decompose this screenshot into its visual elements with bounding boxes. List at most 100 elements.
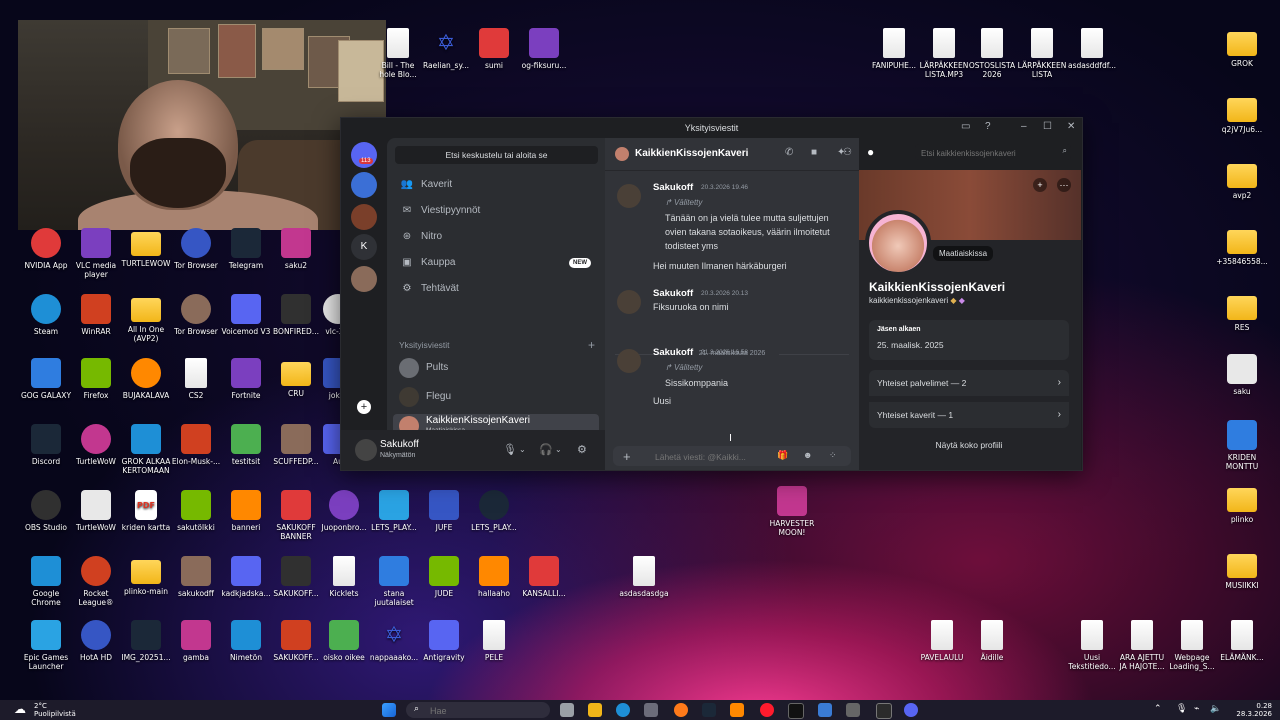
desktop-icon[interactable]: MUSIIKKI <box>1214 550 1270 590</box>
nav-message-requests[interactable]: ✉ Viestipyynnöt <box>393 200 599 222</box>
desktop-icon[interactable]: BUJAKALAVA <box>118 358 174 400</box>
voice-call-icon[interactable]: ✆ <box>785 147 793 158</box>
desktop-icon[interactable]: stana juutalaiset <box>366 556 422 607</box>
app-icon[interactable] <box>846 703 860 717</box>
chevron-down-icon[interactable]: ⌄ <box>555 445 562 454</box>
apps-icon[interactable]: ⁘ <box>829 450 837 461</box>
desktop-icon[interactable]: VLC media player <box>68 228 124 279</box>
avatar[interactable] <box>617 184 641 208</box>
desktop-icon[interactable]: TurtleWoW <box>68 424 124 466</box>
taskbar-search-input[interactable] <box>428 703 542 719</box>
weather-icon[interactable]: ☁ <box>14 702 26 716</box>
tray-chevron-icon[interactable]: ⌃ <box>1154 704 1162 714</box>
desktop-icon[interactable]: Tor Browser <box>168 228 224 270</box>
opera-icon[interactable] <box>760 703 774 717</box>
desktop-icon[interactable]: plinko-main <box>118 556 174 596</box>
desktop-icon[interactable]: Fortnite <box>218 358 274 400</box>
file-explorer-icon[interactable] <box>588 703 602 717</box>
desktop-icon[interactable]: Tor Browser <box>168 294 224 336</box>
app-icon[interactable] <box>818 703 832 717</box>
find-conversation-button[interactable]: Etsi keskustelu tai aloita se <box>395 146 598 164</box>
desktop-icon[interactable]: GROK <box>1214 28 1270 68</box>
desktop-icon[interactable]: Antigravity <box>416 620 472 662</box>
desktop-icon[interactable]: FANIPUHE... <box>866 28 922 70</box>
attach-plus-icon[interactable]: + <box>623 449 631 464</box>
desktop-icon[interactable]: saku2 <box>268 228 324 270</box>
message-author[interactable]: Sakukoff <box>653 182 693 193</box>
network-icon[interactable]: ⌁ <box>1194 704 1199 714</box>
avatar[interactable] <box>865 210 931 276</box>
desktop-icon[interactable]: NVIDIA App <box>18 228 74 270</box>
desktop-icon[interactable]: testitsit <box>218 424 274 466</box>
video-call-icon[interactable]: ■ <box>811 147 817 158</box>
desktop-icon[interactable]: sumi <box>466 28 522 70</box>
vlc-icon[interactable] <box>730 703 744 717</box>
nav-friends[interactable]: 👥 Kaverit <box>393 174 599 196</box>
desktop-icon[interactable]: plinko <box>1214 484 1270 524</box>
close-button[interactable]: ✕ <box>1067 121 1075 132</box>
minimize-button[interactable]: – <box>1021 121 1027 132</box>
desktop-icon[interactable]: banneri <box>218 490 274 532</box>
desktop-icon[interactable]: CS2 <box>168 358 224 400</box>
desktop-icon[interactable]: ELÄMÄNK... <box>1214 620 1270 662</box>
help-icon[interactable]: ? <box>985 121 991 132</box>
desktop-icon[interactable]: Voicemod V3 <box>218 294 274 336</box>
desktop-icon[interactable]: Google Chrome <box>18 556 74 607</box>
desktop-icon[interactable]: GROK ALKAA KERTOMAAN <box>118 424 174 475</box>
desktop-icon[interactable]: avp2 <box>1214 160 1270 200</box>
dm-item-pults[interactable]: Pults <box>393 356 599 380</box>
server-icon[interactable]: K <box>351 234 377 260</box>
add-friends-icon[interactable]: ⚇ <box>843 147 852 158</box>
desktop-icon[interactable]: asdasdasdga <box>616 556 672 598</box>
desktop-icon[interactable]: oisko oikee <box>316 620 372 662</box>
mutual-friends-row[interactable]: Yhteiset kaverit — 1 › <box>869 402 1069 428</box>
desktop-icon[interactable]: PAVELAULU <box>914 620 970 662</box>
headphones-icon[interactable]: 🎧 <box>539 443 553 456</box>
desktop-icon[interactable]: Nimetön <box>218 620 274 662</box>
avatar[interactable] <box>617 349 641 373</box>
desktop-icon[interactable]: Epic Games Launcher <box>18 620 74 671</box>
dm-item-flegu[interactable]: Flegu <box>393 385 599 409</box>
steam-icon[interactable] <box>702 703 716 717</box>
firefox-icon[interactable] <box>674 703 688 717</box>
server-icon[interactable] <box>351 204 377 230</box>
microphone-tray-icon[interactable]: 🎙 <box>1176 704 1187 714</box>
mutual-servers-row[interactable]: Yhteiset palvelimet — 2 › <box>869 370 1069 396</box>
desktop-icon[interactable]: PELE <box>466 620 522 662</box>
header-search-input[interactable] <box>919 145 1053 161</box>
desktop-icon[interactable]: saku <box>1214 354 1270 396</box>
volume-icon[interactable]: 🔈 <box>1210 704 1221 714</box>
desktop-icon[interactable]: Juoponbro... <box>316 490 372 532</box>
settings-icon[interactable] <box>876 703 892 719</box>
chevron-down-icon[interactable]: ⌄ <box>519 445 526 454</box>
desktop-icon[interactable]: Kicklets <box>316 556 372 598</box>
desktop-icon[interactable]: Discord <box>18 424 74 466</box>
desktop-icon[interactable]: GOG GALAXY <box>18 358 74 400</box>
nav-nitro[interactable]: ⊛ Nitro <box>393 226 599 248</box>
desktop-icon[interactable]: WinRAR <box>68 294 124 336</box>
desktop-icon[interactable]: IMG_20251... <box>118 620 174 662</box>
desktop-icon[interactable]: Webpage Loading_S... <box>1164 620 1220 671</box>
desktop-icon[interactable]: KRIDEN MONTTU <box>1214 420 1270 471</box>
view-full-profile-button[interactable]: Näytä koko profiili <box>869 440 1069 450</box>
maximize-button[interactable]: ☐ <box>1043 121 1052 132</box>
settings-gear-icon[interactable]: ⚙ <box>577 443 587 456</box>
inbox-icon[interactable]: ▭ <box>961 121 970 132</box>
desktop-icon[interactable]: sakukodff <box>168 556 224 598</box>
discord-taskbar-icon[interactable] <box>904 703 918 717</box>
weather-widget[interactable]: 2°C Puolipilvistä <box>34 702 76 718</box>
emoji-icon[interactable]: ☻ <box>803 450 812 460</box>
desktop-icon[interactable]: ARA AJETTU JA HAJOTE... <box>1114 620 1170 671</box>
server-icon[interactable] <box>351 142 377 168</box>
desktop-icon[interactable]: og-fiksuru... <box>516 28 572 70</box>
desktop-icon[interactable]: sakutölkki <box>168 490 224 532</box>
desktop-icon[interactable]: PDF kriden kartta <box>118 490 174 532</box>
desktop-icon[interactable]: RES <box>1214 292 1270 332</box>
microphone-icon[interactable]: 🎙 <box>503 443 517 456</box>
desktop-icon[interactable]: +35846558... <box>1214 226 1270 266</box>
edge-icon[interactable] <box>616 703 630 717</box>
create-dm-button[interactable]: + <box>588 338 595 352</box>
server-icon[interactable] <box>351 266 377 292</box>
desktop-icon[interactable]: LETS_PLAY... <box>366 490 422 532</box>
message-author[interactable]: Sakukoff <box>653 288 693 299</box>
